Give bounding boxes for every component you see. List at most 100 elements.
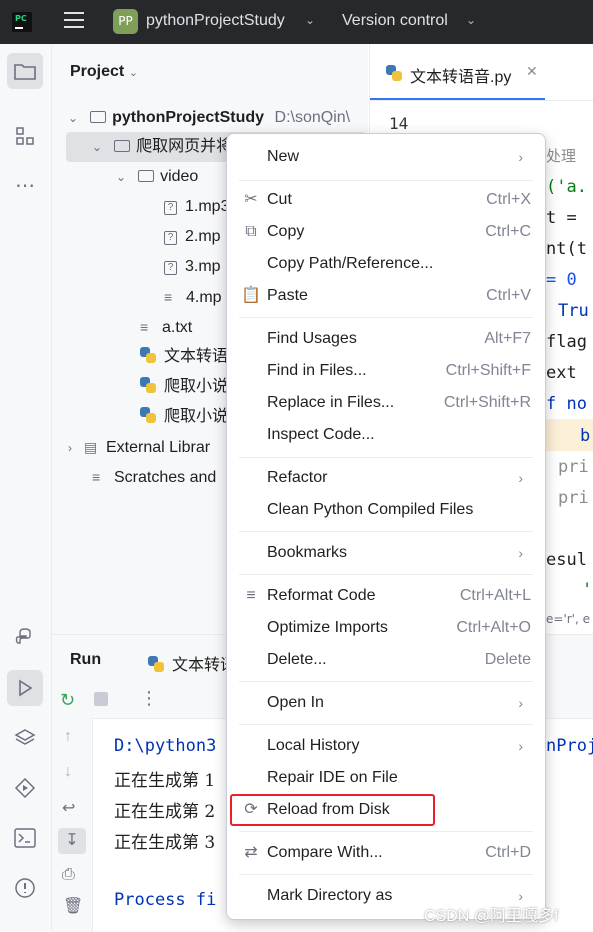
tree-item-file[interactable]: 爬取小说 <box>140 402 228 432</box>
tree-item-file[interactable]: 文本转语 <box>140 342 228 372</box>
run-pane-title: Run <box>70 651 102 668</box>
menu-item-new[interactable]: New › <box>235 141 535 173</box>
tree-item-label: 4.mp <box>186 289 222 306</box>
tree-item-scratches[interactable]: ≡ Scratches and <box>92 462 216 492</box>
menu-item-bookmarks[interactable]: Bookmarks › <box>235 537 535 569</box>
menu-item-copy-path[interactable]: Copy Path/Reference... <box>235 248 535 280</box>
tree-item-file[interactable]: ? 2.mp <box>164 222 221 252</box>
code-fragment[interactable]: esul <box>546 550 587 570</box>
chevron-down-icon[interactable]: ⌄ <box>305 13 315 27</box>
main-menu-icon[interactable] <box>64 12 84 30</box>
code-fragment[interactable]: t = <box>546 208 577 228</box>
version-control-menu[interactable]: Version control <box>342 12 448 30</box>
python-console-icon[interactable] <box>7 620 43 656</box>
code-fragment[interactable]: = 0 <box>546 270 577 290</box>
more-options-icon[interactable]: ⋮ <box>140 688 158 709</box>
tree-item-file[interactable]: ≡ 4.mp <box>164 282 222 312</box>
soft-wrap-icon[interactable]: ↩ <box>62 798 75 818</box>
menu-item-copy[interactable]: ⧉ Copy Ctrl+C <box>235 216 535 248</box>
tree-item-external-libraries[interactable]: › ▤ External Librar <box>68 432 210 462</box>
menu-item-inspect-code[interactable]: Inspect Code... <box>235 419 535 451</box>
editor-tab[interactable]: 文本转语音.py ✕ <box>370 44 545 100</box>
menu-item-repair-ide[interactable]: Repair IDE on File <box>235 762 535 794</box>
title-bar: PC PP pythonProjectStudy ⌄ Version contr… <box>0 0 593 44</box>
chevron-down-icon[interactable]: ⌄ <box>129 67 138 79</box>
pycharm-logo-icon[interactable]: PC <box>11 11 33 33</box>
tree-item-file[interactable]: ? 3.mp <box>164 252 221 282</box>
menu-item-compare-with[interactable]: ⇄ Compare With... Ctrl+D <box>235 837 535 869</box>
project-folder-icon[interactable] <box>7 53 43 89</box>
code-fragment[interactable]: Tru <box>558 301 589 321</box>
tree-item-file[interactable]: ? 1.mp3 <box>164 192 229 222</box>
code-fragment[interactable]: ext <box>546 363 577 383</box>
scroll-to-end-icon[interactable]: ↧ <box>58 828 86 854</box>
stop-icon[interactable] <box>94 692 108 706</box>
run-tab[interactable]: 文本转语 <box>148 651 236 675</box>
code-fragment[interactable]: 处理 <box>546 145 576 166</box>
project-switcher[interactable]: pythonProjectStudy <box>146 12 285 30</box>
line-number: 14 <box>389 114 409 133</box>
project-avatar[interactable]: PP <box>113 9 138 34</box>
tree-item-folder[interactable]: ⌄ 爬取网页并将 <box>92 132 232 162</box>
unknown-file-icon: ? <box>164 201 177 215</box>
python-file-icon <box>140 347 156 363</box>
tree-item-label: 爬取小说 <box>164 408 229 425</box>
unknown-file-icon: ? <box>164 261 177 275</box>
menu-item-cut[interactable]: ✂ Cut Ctrl+X <box>235 184 535 216</box>
print-icon[interactable]: ⎙ <box>62 866 75 884</box>
code-fragment[interactable]: flag <box>546 332 587 352</box>
menu-item-open-in[interactable]: Open In › <box>235 687 535 719</box>
code-fragment[interactable]: nt(t <box>546 239 587 259</box>
more-tools-icon[interactable]: ⋯ <box>7 167 43 203</box>
folder-icon <box>138 170 155 182</box>
menu-item-clean-python[interactable]: Clean Python Compiled Files <box>235 494 535 526</box>
chevron-down-icon[interactable]: ⌄ <box>68 111 78 125</box>
tree-item-file[interactable]: ≡ a.txt <box>140 312 192 342</box>
chevron-down-icon[interactable]: ⌄ <box>116 170 126 184</box>
menu-item-reformat-code[interactable]: ≡ Reformat Code Ctrl+Alt+L <box>235 580 535 612</box>
menu-item-replace-in-files[interactable]: Replace in Files... Ctrl+Shift+R <box>235 387 535 419</box>
code-fragment[interactable]: ('a. <box>546 177 587 197</box>
code-fragment[interactable]: ' <box>582 580 592 600</box>
run-icon[interactable] <box>7 670 43 706</box>
menu-separator <box>239 180 533 181</box>
menu-item-shortcut: Ctrl+X <box>486 191 531 208</box>
menu-item-optimize-imports[interactable]: Optimize Imports Ctrl+Alt+O <box>235 612 535 644</box>
arrow-down-icon[interactable]: ↓ <box>64 763 72 781</box>
menu-item-label: Compare With... <box>267 844 383 861</box>
code-fragment[interactable]: b <box>580 426 590 446</box>
code-fragment[interactable]: f no <box>546 394 587 414</box>
tree-item-file[interactable]: 爬取小说 <box>140 372 228 402</box>
menu-item-delete[interactable]: Delete... Delete <box>235 644 535 676</box>
project-pane-title[interactable]: Project ⌄ <box>70 63 138 81</box>
code-fragment[interactable]: pri <box>558 457 589 477</box>
trash-icon[interactable]: 🗑 <box>63 896 83 916</box>
tree-item-label: 3.mp <box>185 258 221 275</box>
menu-item-local-history[interactable]: Local History › <box>235 730 535 762</box>
code-fragment[interactable]: pri <box>558 488 589 508</box>
menu-item-find-in-files[interactable]: Find in Files... Ctrl+Shift+F <box>235 355 535 387</box>
chevron-down-icon[interactable]: ⌄ <box>92 140 102 154</box>
layers-icon[interactable] <box>7 720 43 756</box>
problems-icon[interactable] <box>7 870 43 906</box>
services-icon[interactable] <box>7 770 43 806</box>
menu-item-paste[interactable]: 📋 Paste Ctrl+V <box>235 280 535 312</box>
chevron-right-icon[interactable]: › <box>68 441 72 455</box>
terminal-icon[interactable] <box>7 820 43 856</box>
tree-item-video[interactable]: ⌄ video <box>116 162 198 192</box>
close-icon[interactable]: ✕ <box>526 63 538 80</box>
reformat-icon: ≡ <box>246 587 256 604</box>
tree-item-root[interactable]: ⌄ pythonProjectStudy D:\sonQin\ <box>68 103 350 133</box>
structure-icon[interactable] <box>7 118 43 154</box>
menu-item-label: Repair IDE on File <box>267 769 398 786</box>
compare-icon: ⇄ <box>244 844 258 861</box>
arrow-up-icon[interactable]: ↑ <box>64 728 72 746</box>
menu-item-refactor[interactable]: Refactor › <box>235 462 535 494</box>
menu-item-label: Cut <box>267 191 292 208</box>
menu-item-find-usages[interactable]: Find Usages Alt+F7 <box>235 323 535 355</box>
python-file-icon <box>140 407 156 423</box>
menu-item-shortcut: Ctrl+D <box>485 844 531 861</box>
menu-separator <box>239 724 533 725</box>
rerun-icon[interactable]: ↻ <box>60 690 75 711</box>
chevron-down-icon[interactable]: ⌄ <box>466 13 476 27</box>
